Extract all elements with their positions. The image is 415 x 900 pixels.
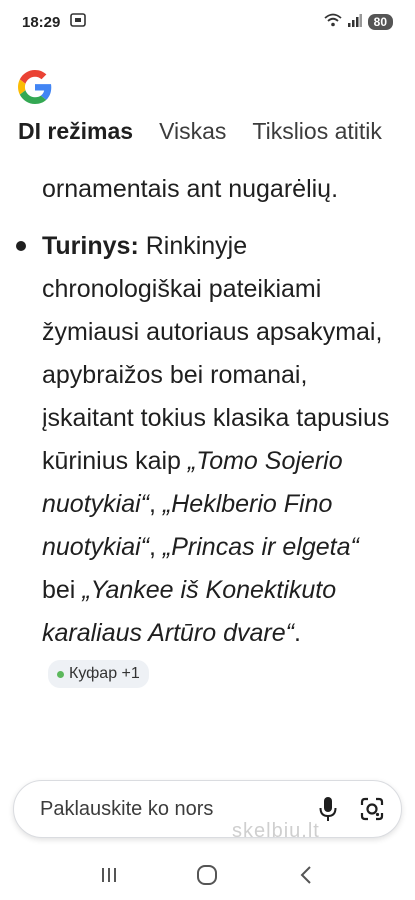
recent-apps-icon[interactable] [94, 860, 124, 890]
back-icon[interactable] [291, 860, 321, 890]
battery-indicator: 80 [367, 14, 393, 30]
tab-di-rezimas[interactable]: DI režimas [18, 118, 133, 160]
bullet-label: Turinys: [42, 232, 139, 260]
source-chip-label: Куфар +1 [69, 665, 140, 683]
ask-input[interactable]: Paklauskite ko nors [40, 798, 297, 821]
list-item: Turinys: Rinkinyje chronologiškai pateik… [0, 225, 415, 698]
period: . [293, 619, 301, 647]
separator: bei [42, 576, 83, 604]
microphone-icon[interactable] [315, 796, 341, 822]
google-logo-icon[interactable] [18, 70, 52, 104]
source-favicon-icon [57, 670, 64, 678]
ask-input-bar[interactable]: Paklauskite ko nors [13, 780, 402, 838]
google-lens-icon[interactable] [359, 796, 385, 822]
work-title-3: „Princas ir elgeta“ [162, 533, 359, 561]
home-icon[interactable] [192, 860, 222, 890]
ai-answer-content: ornamentais ant nugarėlių. Turinys: Rink… [0, 168, 415, 768]
watermark: skelbiu.lt [232, 820, 320, 842]
wifi-icon [324, 13, 342, 31]
separator: , [149, 533, 163, 561]
content-fade [0, 760, 415, 782]
bullet-icon [16, 241, 26, 251]
continued-text: ornamentais ant nugarėlių. [42, 175, 339, 203]
search-mode-tabs: DI režimas Viskas Tikslios atitik [18, 118, 415, 160]
status-bar: 18:29 80 [0, 0, 415, 44]
tab-tikslios-atitiktys[interactable]: Tikslios atitik [252, 118, 382, 160]
status-time: 18:29 [22, 13, 61, 31]
system-nav-bar [0, 850, 415, 900]
separator: , [149, 490, 163, 518]
signal-icon [347, 13, 362, 31]
tab-viskas[interactable]: Viskas [159, 118, 226, 160]
bullet-text: Rinkinyje chronologiškai pateikiami žymi… [42, 232, 390, 475]
work-title-4: „Yankee iš Konektikuto karaliaus Artūro … [42, 576, 337, 647]
source-chip[interactable]: Куфар +1 [48, 660, 149, 689]
screenshot-icon [70, 13, 87, 31]
